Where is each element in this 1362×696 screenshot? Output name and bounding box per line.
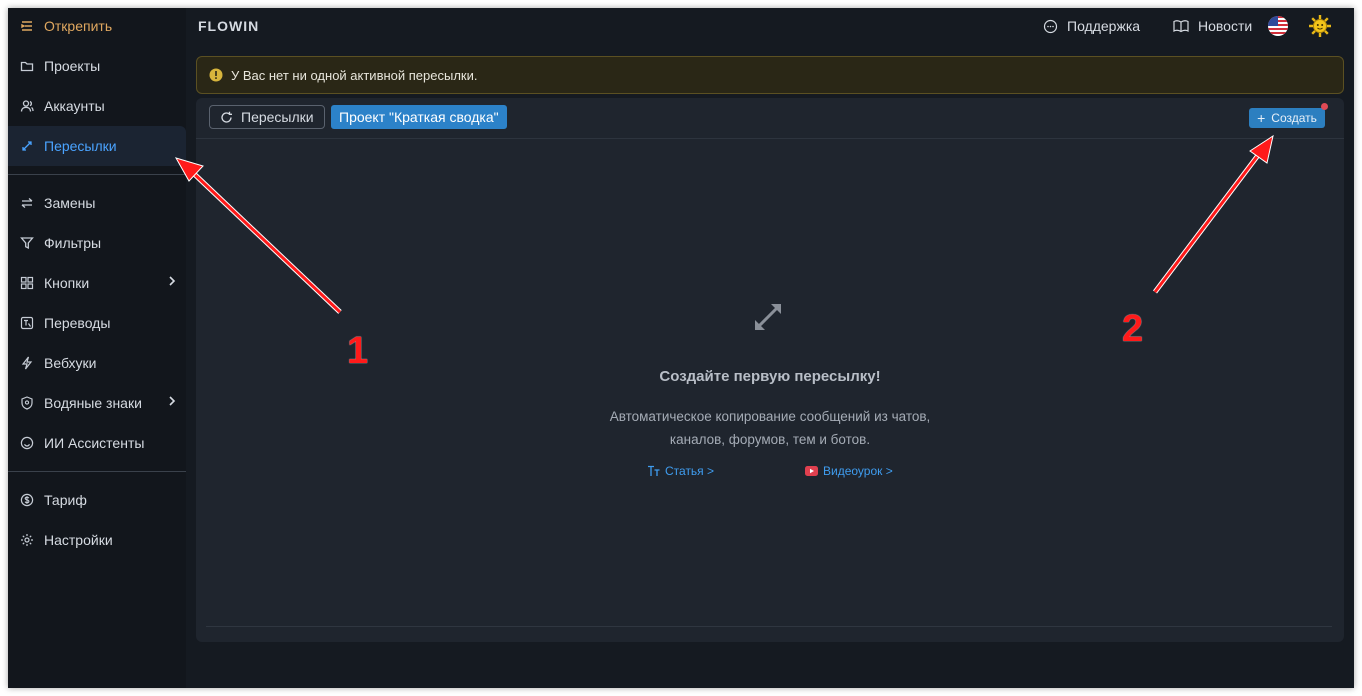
sidebar-item-replacements[interactable]: Замены — [8, 183, 186, 223]
sidebar-item-label: Тариф — [44, 492, 87, 508]
empty-desc-line-1: Автоматическое копирование сообщений из … — [609, 409, 931, 424]
us-flag-language-icon[interactable] — [1268, 16, 1288, 36]
chevron-right-icon — [168, 395, 176, 410]
sidebar-item-buttons[interactable]: Кнопки — [8, 263, 186, 303]
sidebar-item-projects[interactable]: Проекты — [8, 46, 186, 86]
brand-logo-text[interactable]: FLOWIN — [198, 18, 259, 34]
sidebar-item-forwards[interactable]: Пересылки — [8, 126, 186, 166]
chevron-right-icon — [168, 275, 176, 290]
sidebar-item-label: Водяные знаки — [44, 395, 142, 411]
article-link[interactable]: Статья > — [647, 464, 714, 478]
sidebar-item-accounts[interactable]: Аккаунты — [8, 86, 186, 126]
smile-icon — [20, 436, 34, 450]
sidebar-item-label: ИИ Ассистенты — [44, 435, 145, 451]
dollar-icon — [20, 493, 34, 507]
sidebar-item-label: Пересылки — [44, 138, 117, 154]
video-link-label: Видеоурок > — [823, 464, 893, 478]
news-link[interactable]: Новости — [1173, 18, 1252, 34]
youtube-icon — [805, 466, 818, 476]
video-tutorial-link[interactable]: Видеоурок > — [805, 464, 893, 478]
reload-label: Пересылки — [241, 109, 314, 125]
sidebar-item-label: Вебхуки — [44, 355, 97, 371]
gear-icon — [20, 533, 34, 547]
notification-dot — [1321, 103, 1328, 110]
refresh-icon — [220, 111, 233, 124]
warning-icon — [209, 68, 223, 82]
alert-text: У Вас нет ни одной активной пересылки. — [231, 67, 478, 83]
sidebar-unpin[interactable]: Открепить — [8, 8, 186, 46]
unpin-icon — [20, 19, 34, 33]
filter-icon — [20, 236, 34, 250]
sidebar-item-settings[interactable]: Настройки — [8, 520, 186, 560]
panel-divider — [206, 626, 1332, 627]
no-forwards-alert: У Вас нет ни одной активной пересылки. — [196, 56, 1344, 94]
sidebar-divider — [8, 471, 186, 472]
sidebar-item-label: Замены — [44, 195, 96, 211]
sidebar-item-ai-assistants[interactable]: ИИ Ассистенты — [8, 423, 186, 463]
swap-icon — [20, 196, 34, 210]
create-forward-button[interactable]: + Создать — [1249, 108, 1325, 128]
expand-arrows-icon — [20, 139, 34, 153]
translate-icon — [20, 316, 34, 330]
panel-toolbar: Пересылки Проект "Краткая сводка" + Созд… — [196, 98, 1344, 139]
empty-state-description: Автоматическое копирование сообщений из … — [196, 405, 1344, 451]
sidebar-item-label: Проекты — [44, 58, 101, 74]
empty-state-title: Создайте первую пересылку! — [659, 368, 881, 385]
sidebar-item-label: Аккаунты — [44, 98, 105, 114]
sidebar-item-filters[interactable]: Фильтры — [8, 223, 186, 263]
text-size-icon — [647, 465, 660, 477]
sidebar: Открепить Проекты Аккаунты Пересылки Зам… — [8, 8, 186, 688]
reload-forwards-button[interactable]: Пересылки — [209, 105, 325, 129]
project-selector-button[interactable]: Проект "Краткая сводка" — [331, 105, 507, 129]
support-link[interactable]: Поддержка — [1043, 18, 1140, 34]
lightning-icon — [20, 356, 34, 370]
sidebar-item-label: Фильтры — [44, 235, 102, 251]
sidebar-item-watermarks[interactable]: Водяные знаки — [8, 383, 186, 423]
article-link-label: Статья > — [665, 464, 715, 478]
create-label: Создать — [1271, 111, 1317, 125]
forwards-panel: Пересылки Проект "Краткая сводка" + Созд… — [196, 98, 1344, 642]
support-label: Поддержка — [1067, 18, 1141, 34]
sidebar-item-translations[interactable]: Переводы — [8, 303, 186, 343]
news-label: Новости — [1198, 18, 1253, 34]
sidebar-divider — [8, 174, 186, 175]
theme-sun-icon[interactable] — [1308, 14, 1332, 38]
grid-icon — [20, 276, 34, 290]
plus-icon: + — [1257, 110, 1266, 126]
annotation-number-1: 1 — [347, 330, 369, 372]
annotation-number-2: 2 — [1122, 308, 1144, 350]
sidebar-item-label: Переводы — [44, 315, 111, 331]
sidebar-item-tariff[interactable]: Тариф — [8, 480, 186, 520]
sidebar-item-label: Настройки — [44, 532, 113, 548]
book-icon — [1173, 19, 1189, 33]
chat-bubble-icon — [1043, 19, 1058, 34]
empty-desc-line-2: каналов, форумов, тем и ботов. — [669, 432, 871, 447]
sidebar-item-label: Кнопки — [44, 275, 90, 291]
sidebar-item-webhooks[interactable]: Вебхуки — [8, 343, 186, 383]
app-window: Открепить Проекты Аккаунты Пересылки Зам… — [8, 8, 1354, 688]
users-icon — [20, 99, 34, 113]
sidebar-unpin-label: Открепить — [44, 18, 113, 34]
expand-arrows-large-icon — [749, 298, 787, 336]
folder-icon — [20, 59, 34, 73]
shield-icon — [20, 396, 34, 410]
